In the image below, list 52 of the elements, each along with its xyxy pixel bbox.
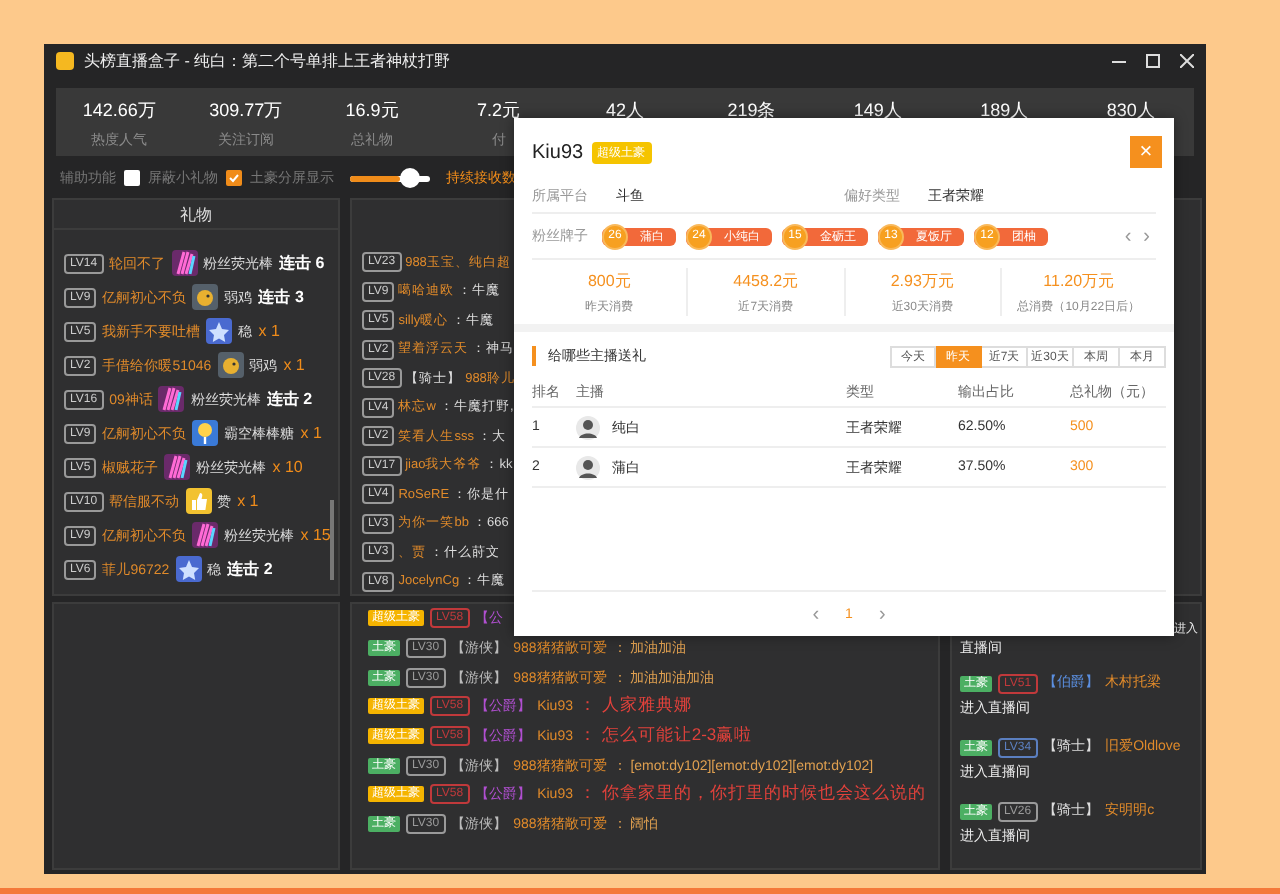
stat-value: 830人 — [1106, 98, 1155, 124]
next-page-button[interactable]: › — [872, 603, 892, 625]
scrollbar[interactable] — [330, 500, 334, 580]
stat-value: 309.77万 — [209, 98, 283, 124]
checkbox[interactable] — [226, 170, 242, 186]
app-logo-icon — [56, 51, 74, 69]
gift-count: x 10 — [272, 458, 303, 476]
stat-value: 7.2元 — [477, 98, 521, 124]
chat-message: ： 怎么可能让2-3赢啦 — [578, 724, 753, 749]
spending-value: 4458.2元 — [733, 269, 799, 291]
spending-value: 800元 — [587, 269, 631, 291]
slider-fill — [350, 175, 400, 181]
gift-count: x 1 — [258, 322, 280, 340]
glowstick-icon — [171, 250, 198, 276]
user-name: Kiu93 — [532, 141, 584, 163]
spending-value: 11.20万元 — [1043, 269, 1115, 291]
stat-value: 219条 — [727, 98, 776, 124]
window-title: 头榜直播盒子 - 纯白：第二个号单排上王者神杖打野 — [84, 49, 453, 71]
next-button[interactable]: › — [1137, 225, 1156, 247]
lollipop-icon — [192, 420, 219, 446]
glowstick-icon — [192, 522, 219, 548]
stat-value: 142.66万 — [82, 98, 156, 124]
gift-count: 连击 6 — [279, 252, 325, 274]
avatar-icon — [576, 455, 600, 479]
chat-message: ： 人家雅典娜 — [578, 694, 692, 719]
gift-count: x 15 — [300, 526, 331, 544]
close-icon[interactable] — [1180, 53, 1194, 67]
checkbox[interactable] — [124, 170, 140, 186]
close-button[interactable]: × — [1130, 136, 1162, 168]
gift-count: 连击 2 — [266, 388, 313, 410]
gift-count: 连击 3 — [258, 286, 304, 308]
stat-value: 189人 — [980, 98, 1029, 124]
star-tile-icon — [206, 318, 233, 344]
stat-value: 42人 — [605, 98, 644, 124]
star-tile-icon — [175, 556, 202, 582]
glowstick-icon — [164, 454, 191, 480]
gift-count: 连击 2 — [227, 558, 273, 580]
stat-value: 149人 — [853, 98, 902, 124]
spending-value: 2.93万元 — [890, 269, 954, 291]
chat-message: ： 你拿家里的，你打里的时候也会这么说的 — [578, 782, 926, 807]
gift-count: x 1 — [283, 356, 305, 374]
avatar-icon — [576, 415, 600, 439]
gift-count: x 1 — [300, 424, 322, 442]
previous-button[interactable]: ‹ — [1118, 225, 1138, 247]
previous-page-button[interactable]: ‹ — [806, 603, 826, 625]
glowstick-icon — [158, 386, 185, 412]
slider-thumb[interactable] — [400, 167, 420, 187]
panel-title: 礼物 — [54, 200, 338, 230]
thumbs-up-icon — [185, 488, 212, 514]
gift-count: x 1 — [237, 492, 259, 510]
maximize-icon[interactable] — [1146, 53, 1160, 67]
stat-value: 16.9元 — [345, 98, 399, 124]
